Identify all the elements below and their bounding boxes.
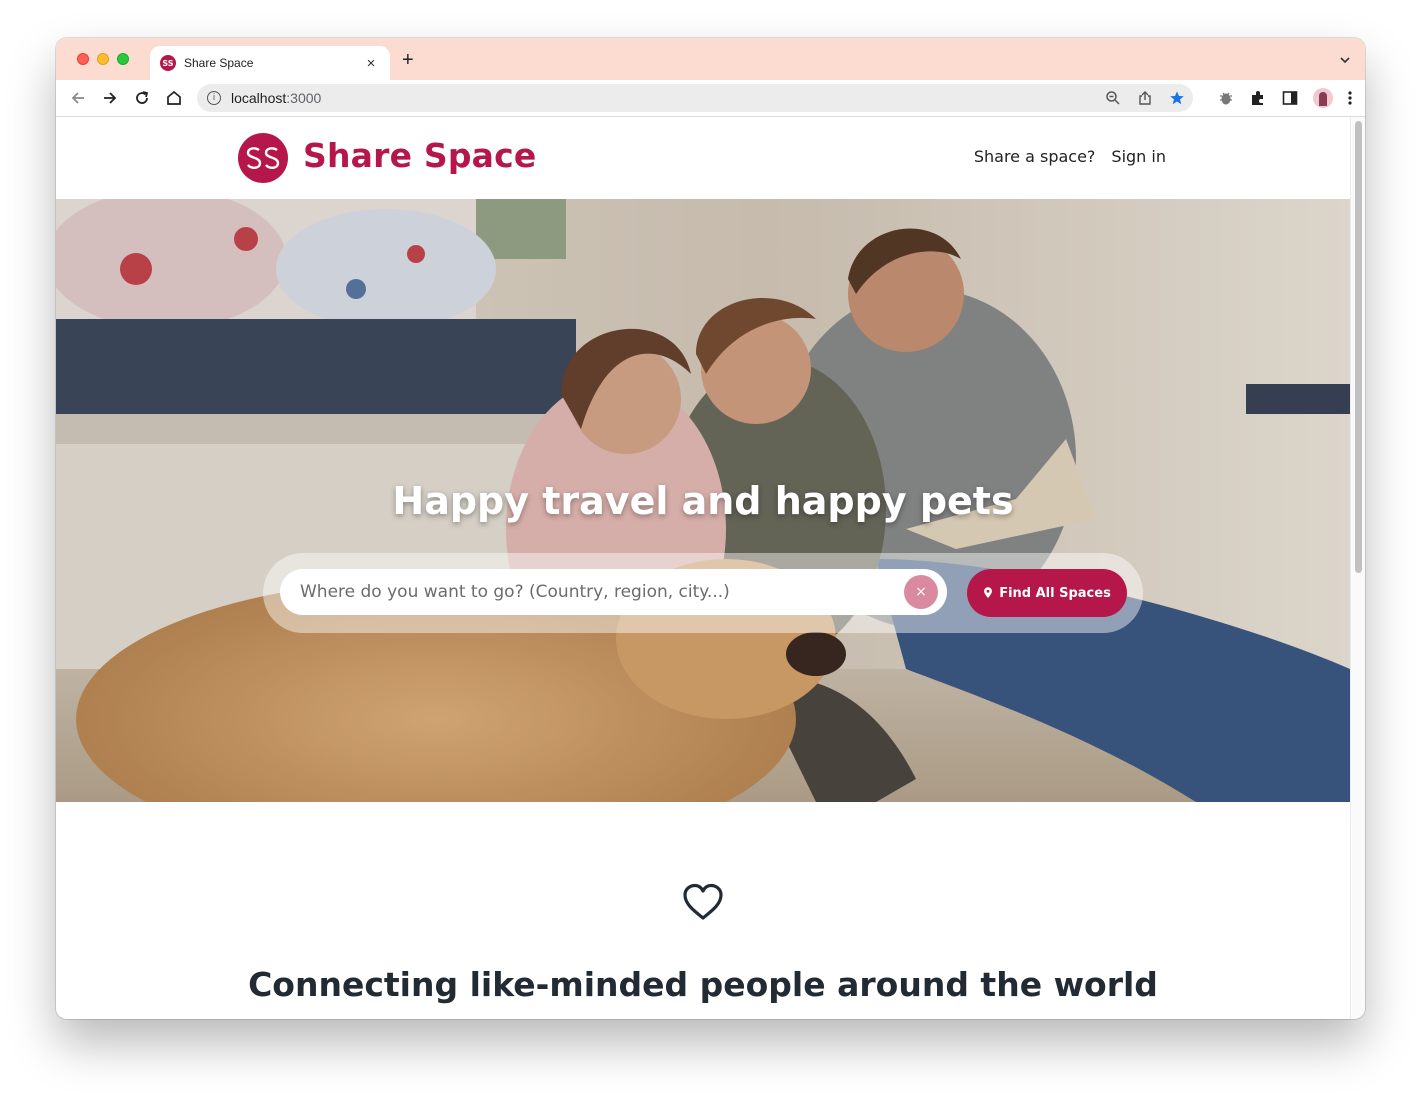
browser-toolbar: i localhost:3000: [56, 80, 1365, 117]
bug-extension-icon[interactable]: [1217, 89, 1235, 107]
home-button[interactable]: [164, 88, 184, 108]
heart-icon: [683, 883, 723, 920]
tab-search-button[interactable]: [1339, 53, 1351, 71]
address-bar[interactable]: i localhost:3000: [197, 84, 1193, 112]
profile-avatar[interactable]: [1313, 88, 1333, 108]
arrow-left-icon: [71, 92, 84, 104]
scrollbar-thumb[interactable]: [1355, 121, 1362, 573]
zoom-icon[interactable]: [1105, 90, 1121, 106]
minimize-window-button[interactable]: [97, 53, 109, 65]
map-pin-icon: [984, 587, 993, 598]
omnibox-actions: [1105, 90, 1185, 106]
sign-in-link[interactable]: Sign in: [1111, 147, 1166, 166]
site-info-icon[interactable]: i: [207, 91, 221, 105]
url-text[interactable]: localhost:3000: [231, 90, 321, 106]
tab-close-button[interactable]: ×: [362, 55, 380, 72]
home-icon: [167, 90, 181, 105]
new-tab-button[interactable]: +: [402, 50, 414, 70]
extensions-area: [1217, 88, 1353, 108]
logo-wordmark[interactable]: Share Space: [303, 136, 536, 175]
logo-icon[interactable]: [238, 133, 288, 183]
close-window-button[interactable]: [77, 53, 89, 65]
find-all-spaces-label: Find All Spaces: [999, 585, 1111, 601]
header-nav: Share a space? Sign in: [974, 147, 1166, 166]
page-viewport: Share Space Share a space? Sign in Happy…: [56, 117, 1350, 1019]
back-button[interactable]: [68, 88, 88, 108]
page-scrollbar[interactable]: [1350, 117, 1365, 1019]
tab-strip: SS Share Space × +: [56, 38, 1365, 80]
site-header: Share Space Share a space? Sign in: [56, 117, 1350, 199]
side-panel-icon[interactable]: [1281, 89, 1299, 107]
puzzle-extensions-icon[interactable]: [1249, 89, 1267, 107]
chevron-down-icon: [1340, 57, 1350, 64]
hero-banner: Happy travel and happy pets × Find All S…: [56, 199, 1350, 802]
hero-heading: Happy travel and happy pets: [392, 479, 1014, 523]
logo-monogram: [246, 147, 280, 169]
reload-button[interactable]: [132, 88, 152, 108]
share-a-space-link[interactable]: Share a space?: [974, 147, 1096, 166]
find-all-spaces-button[interactable]: Find All Spaces: [967, 569, 1127, 617]
arrow-right-icon: [104, 92, 117, 104]
search-panel: × Find All Spaces: [263, 553, 1143, 633]
browser-window: SS Share Space × + i localhost:3000 Shar…: [56, 38, 1365, 1019]
destination-search-input[interactable]: [280, 569, 947, 615]
reload-icon: [136, 91, 149, 104]
section-heading: Connecting like-minded people around the…: [248, 965, 1158, 1004]
url-host: localhost: [231, 90, 287, 106]
clear-search-button[interactable]: ×: [904, 575, 938, 609]
more-menu-icon[interactable]: [1347, 89, 1353, 107]
bookmark-star-icon[interactable]: [1169, 90, 1185, 106]
favicon-icon: SS: [160, 55, 176, 71]
maximize-window-button[interactable]: [117, 53, 129, 65]
url-port: :3000: [286, 90, 322, 106]
share-icon[interactable]: [1137, 90, 1153, 106]
forward-button[interactable]: [100, 88, 120, 108]
browser-tab[interactable]: SS Share Space ×: [150, 46, 390, 80]
tab-title: Share Space: [184, 56, 254, 70]
